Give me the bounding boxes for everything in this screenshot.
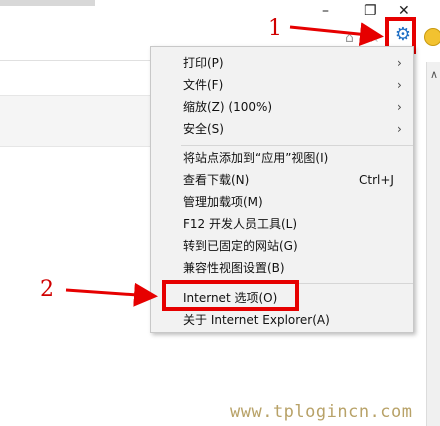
toolbar-divider — [0, 60, 150, 61]
menu-item-label: F12 开发人员工具(L) — [183, 217, 298, 231]
menu-item-label: 关于 Internet Explorer(A) — [183, 313, 330, 327]
vertical-scrollbar[interactable]: ∧ — [426, 62, 440, 426]
menu-item-label: 文件(F) — [183, 78, 224, 92]
menu-divider — [181, 145, 413, 146]
chevron-right-icon: › — [397, 100, 402, 114]
menu-item-label: 管理加载项(M) — [183, 195, 263, 209]
chevron-right-icon: › — [397, 56, 402, 70]
menu-item-label: 转到已固定的网站(G) — [183, 239, 298, 253]
favorites-icon[interactable]: ☆ — [368, 30, 381, 46]
chevron-right-icon: › — [397, 122, 402, 136]
menu-item-print[interactable]: 打印(P) › — [151, 52, 413, 74]
chevron-right-icon: › — [397, 78, 402, 92]
menu-item-file[interactable]: 文件(F) › — [151, 74, 413, 96]
minimize-icon[interactable]: – — [322, 2, 329, 20]
menu-item-pinned-sites[interactable]: 转到已固定的网站(G) — [151, 235, 413, 257]
menu-item-compat-view[interactable]: 兼容性视图设置(B) — [151, 257, 413, 279]
scroll-up-icon[interactable]: ∧ — [427, 68, 440, 82]
restore-icon[interactable]: ❐ — [364, 2, 377, 20]
menu-item-label: 兼容性视图设置(B) — [183, 261, 285, 275]
page-content-band — [0, 95, 150, 147]
step-number-2: 2 — [40, 277, 54, 302]
menu-item-label: 将站点添加到“应用”视图(I) — [183, 151, 329, 165]
menu-item-label: 安全(S) — [183, 122, 224, 136]
menu-item-shortcut: Ctrl+J — [359, 173, 394, 187]
menu-item-label: 查看下载(N) — [183, 173, 250, 187]
watermark: www.tplogincn.com — [230, 402, 413, 422]
gear-icon[interactable]: ⚙ — [394, 26, 412, 44]
menu-item-manage-addons[interactable]: 管理加载项(M) — [151, 191, 413, 213]
menu-item-zoom[interactable]: 缩放(Z) (100%) › — [151, 96, 413, 118]
menu-item-label: 打印(P) — [183, 56, 224, 70]
step-number-1: 1 — [268, 16, 282, 41]
internet-options-highlight — [162, 280, 299, 311]
menu-item-safety[interactable]: 安全(S) › — [151, 118, 413, 140]
arrow-to-internet-options — [65, 282, 158, 307]
home-icon[interactable]: ⌂ — [345, 30, 354, 46]
tab-strip — [0, 0, 95, 6]
menu-item-label: 缩放(Z) (100%) — [183, 100, 273, 114]
menu-item-add-to-apps[interactable]: 将站点添加到“应用”视图(I) — [151, 147, 413, 169]
menu-item-dev-tools[interactable]: F12 开发人员工具(L) — [151, 213, 413, 235]
menu-item-view-downloads[interactable]: 查看下载(N) Ctrl+J — [151, 169, 413, 191]
smiley-icon[interactable] — [424, 28, 440, 46]
menu-item-about-ie[interactable]: 关于 Internet Explorer(A) — [151, 309, 413, 331]
